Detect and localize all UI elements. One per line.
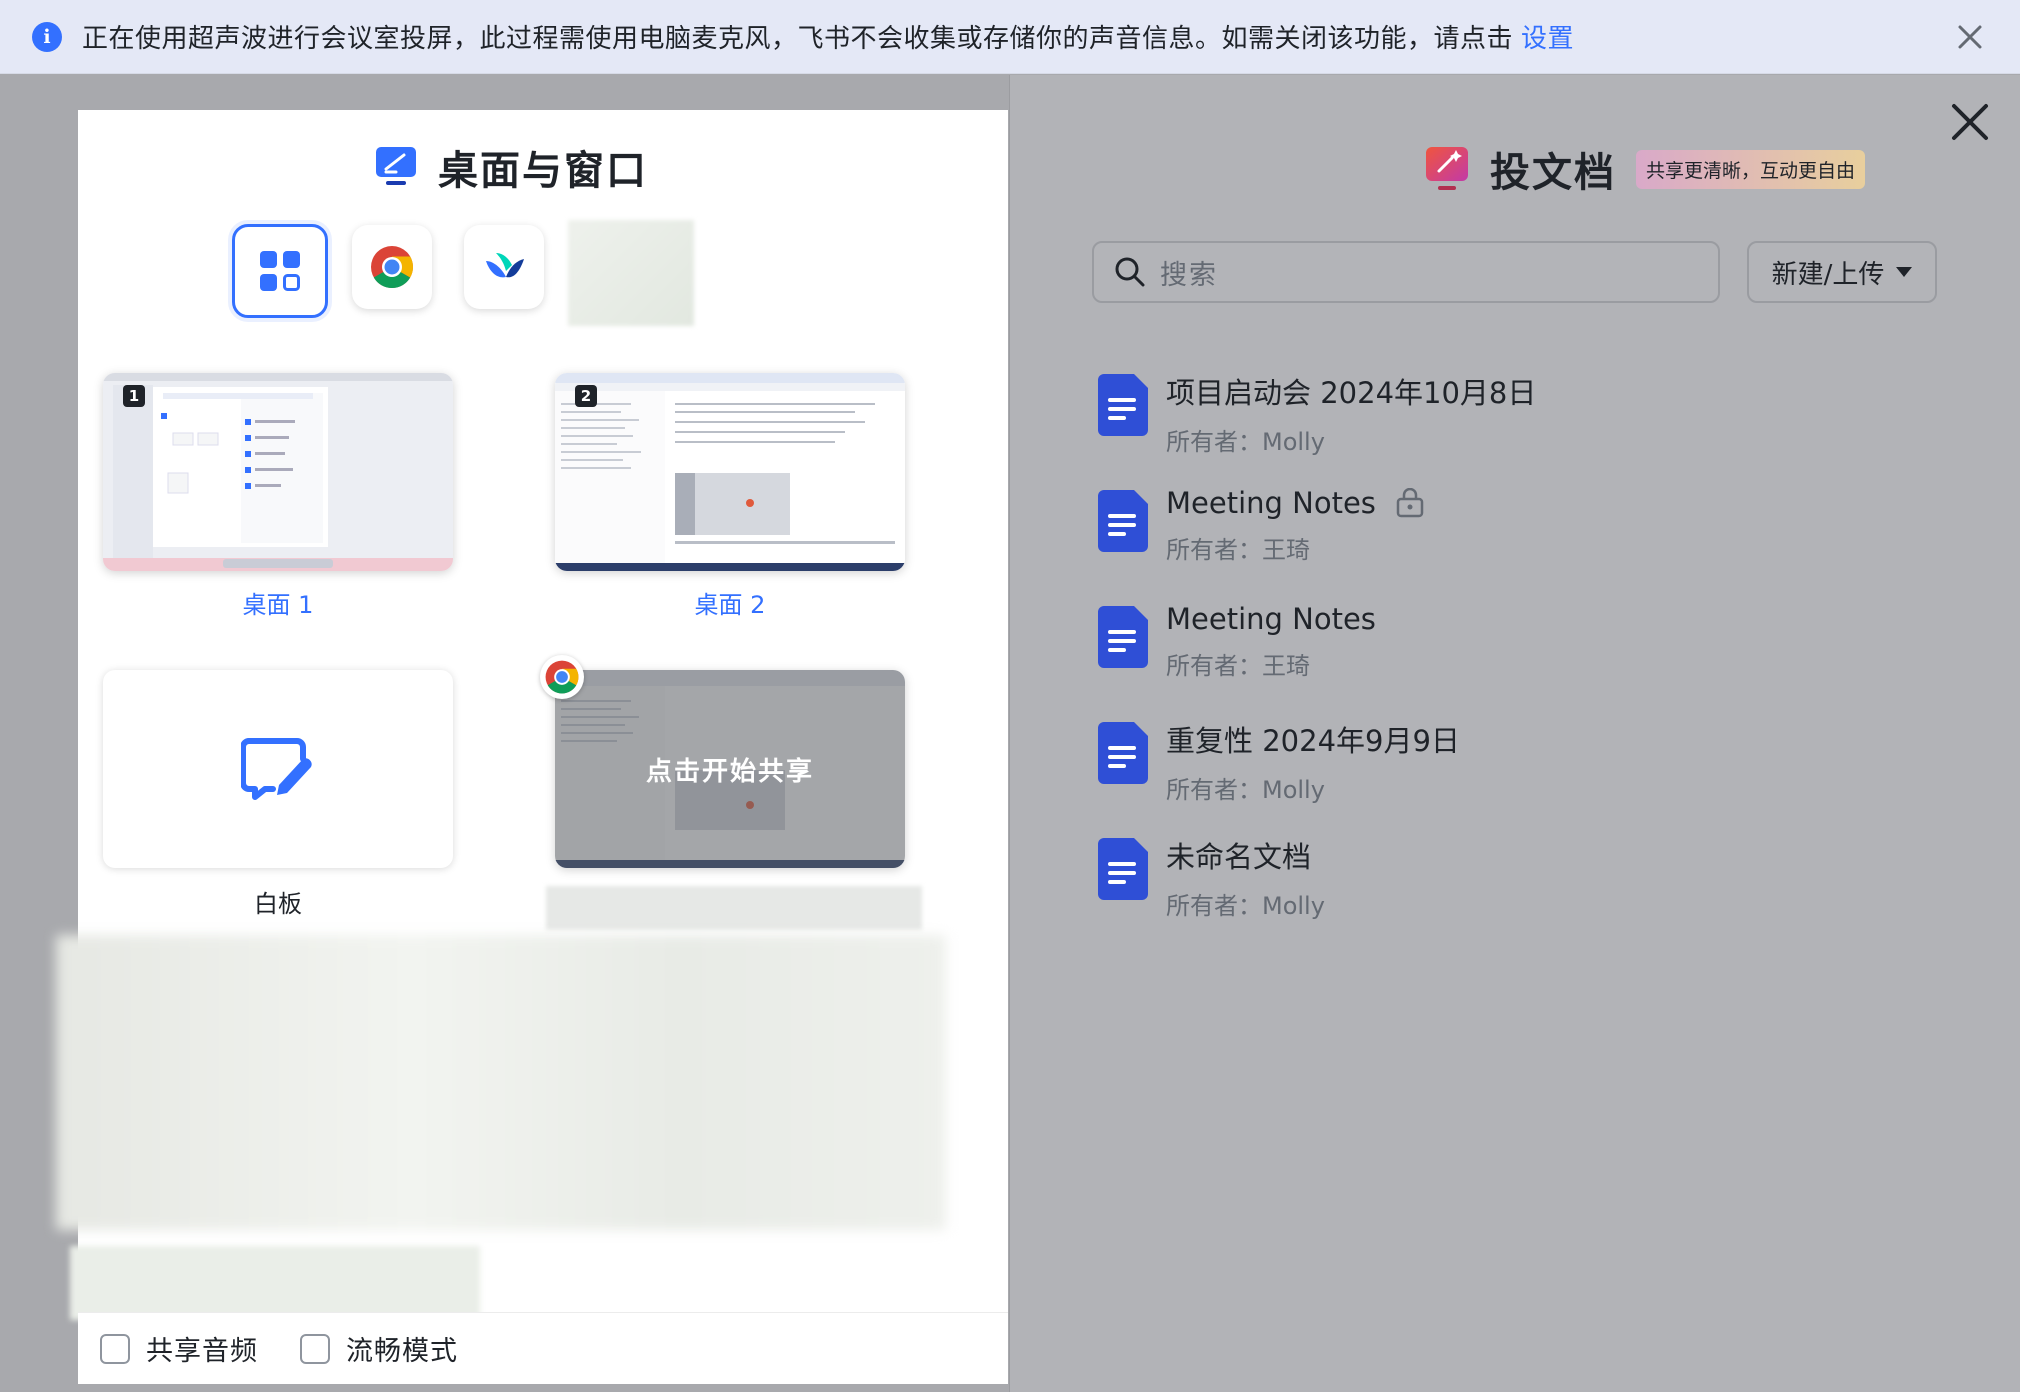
document-name: Meeting Notes bbox=[1166, 602, 1376, 636]
banner-message: 正在使用超声波进行会议室投屏，此过程需使用电脑麦克风，飞书不会收集或存储你的声音… bbox=[82, 24, 1514, 54]
smooth-mode-checkbox-box[interactable] bbox=[300, 1333, 330, 1364]
chevron-down-icon bbox=[1896, 267, 1913, 277]
desktop-1-thumbnail[interactable]: 1 bbox=[103, 373, 453, 571]
search-icon bbox=[1115, 257, 1145, 287]
document-item[interactable]: Meeting Notes 所有者：王琦 bbox=[1094, 602, 1954, 710]
banner-settings-link[interactable]: 设置 bbox=[1521, 24, 1574, 54]
document-owner: 所有者：王琦 bbox=[1166, 536, 1310, 564]
document-owner: 所有者：Molly bbox=[1166, 776, 1325, 804]
desktop-1-label: 桌面 1 bbox=[242, 591, 314, 619]
share-audio-checkbox[interactable]: 共享音频 bbox=[100, 1329, 258, 1368]
desktop-window-header: 桌面与窗口 bbox=[374, 138, 648, 196]
share-audio-label: 共享音频 bbox=[146, 1336, 258, 1367]
whiteboard-card[interactable] bbox=[103, 670, 453, 868]
panel-divider bbox=[1009, 75, 1010, 1392]
share-audio-checkbox-box[interactable] bbox=[100, 1333, 130, 1364]
smooth-mode-label: 流畅模式 bbox=[346, 1336, 458, 1367]
share-options-footer: 共享音频 流畅模式 bbox=[78, 1312, 1008, 1384]
screen-share-icon bbox=[376, 147, 416, 185]
document-header: 投文档 共享更清晰，互动更自由 bbox=[1424, 140, 1866, 198]
document-item[interactable]: 重复性 2024年9月9日 所有者：Molly bbox=[1094, 718, 1954, 826]
document-owner: 所有者：Molly bbox=[1166, 428, 1325, 456]
search-placeholder: 搜索 bbox=[1160, 259, 1218, 291]
chrome-icon bbox=[371, 246, 414, 289]
desktop-2-label: 桌面 2 bbox=[694, 591, 766, 619]
blurred-source-tab bbox=[568, 220, 694, 326]
chrome-icon bbox=[545, 660, 579, 694]
close-icon bbox=[1952, 104, 1988, 140]
lock-icon bbox=[1396, 488, 1424, 518]
all-sources-tab[interactable] bbox=[232, 224, 328, 318]
document-icon bbox=[1098, 838, 1148, 900]
start-sharing-overlay[interactable]: 点击开始共享 bbox=[555, 670, 905, 868]
desktop-1-preview bbox=[103, 373, 453, 571]
close-icon bbox=[1958, 25, 1982, 49]
document-panel-title: 投文档 bbox=[1490, 150, 1616, 196]
document-icon bbox=[1098, 722, 1148, 784]
new-upload-label: 新建/上传 bbox=[1771, 259, 1885, 290]
document-search-input[interactable]: 搜索 bbox=[1092, 241, 1720, 303]
document-item[interactable]: 未命名文档 所有者：Molly bbox=[1094, 834, 1954, 942]
whiteboard-icon bbox=[241, 738, 312, 800]
new-upload-button[interactable]: 新建/上传 bbox=[1747, 241, 1937, 303]
document-owner: 所有者：Molly bbox=[1166, 892, 1325, 920]
document-name: Meeting Notes bbox=[1166, 486, 1376, 520]
document-name: 未命名文档 bbox=[1166, 840, 1312, 874]
document-panel-badge: 共享更清晰，互动更自由 bbox=[1636, 149, 1866, 189]
desktop-1-number-badge: 1 bbox=[123, 385, 145, 407]
desktop-window-title: 桌面与窗口 bbox=[438, 148, 648, 194]
chrome-window-app-badge bbox=[540, 655, 584, 699]
desktop-2-preview bbox=[555, 373, 905, 571]
banner-close-button[interactable] bbox=[1950, 17, 1990, 57]
document-item[interactable]: 项目启动会 2024年10月8日 所有者：Molly bbox=[1094, 370, 1954, 478]
desktop-2-number-badge: 2 bbox=[575, 385, 597, 407]
document-owner: 所有者：王琦 bbox=[1166, 652, 1310, 680]
document-icon bbox=[1098, 490, 1148, 552]
document-name: 项目启动会 2024年10月8日 bbox=[1166, 376, 1537, 410]
grid-icon bbox=[260, 251, 300, 291]
document-icon bbox=[1098, 606, 1148, 668]
blurred-window-item bbox=[70, 1246, 480, 1320]
smooth-mode-checkbox[interactable]: 流畅模式 bbox=[300, 1329, 458, 1368]
blurred-window-label bbox=[546, 886, 922, 930]
dialog-close-button[interactable] bbox=[1948, 100, 1992, 144]
document-name: 重复性 2024年9月9日 bbox=[1166, 724, 1460, 758]
whiteboard-label: 白板 bbox=[254, 890, 302, 918]
present-document-icon bbox=[1426, 147, 1468, 190]
lark-icon bbox=[486, 253, 524, 278]
notification-banner: i 正在使用超声波进行会议室投屏，此过程需使用电脑麦克风，飞书不会收集或存储你的… bbox=[0, 0, 2020, 74]
chrome-window-thumbnail[interactable]: 点击开始共享 bbox=[555, 670, 905, 868]
document-icon bbox=[1098, 374, 1148, 436]
info-icon: i bbox=[32, 21, 62, 52]
chrome-source-tab[interactable] bbox=[352, 225, 432, 309]
lark-source-tab[interactable] bbox=[464, 225, 544, 309]
blurred-window-list bbox=[56, 935, 946, 1230]
desktop-2-thumbnail[interactable]: 2 bbox=[555, 373, 905, 571]
document-item[interactable]: Meeting Notes 所有者：王琦 bbox=[1094, 486, 1954, 594]
document-name-row: Meeting Notes bbox=[1166, 486, 1424, 520]
